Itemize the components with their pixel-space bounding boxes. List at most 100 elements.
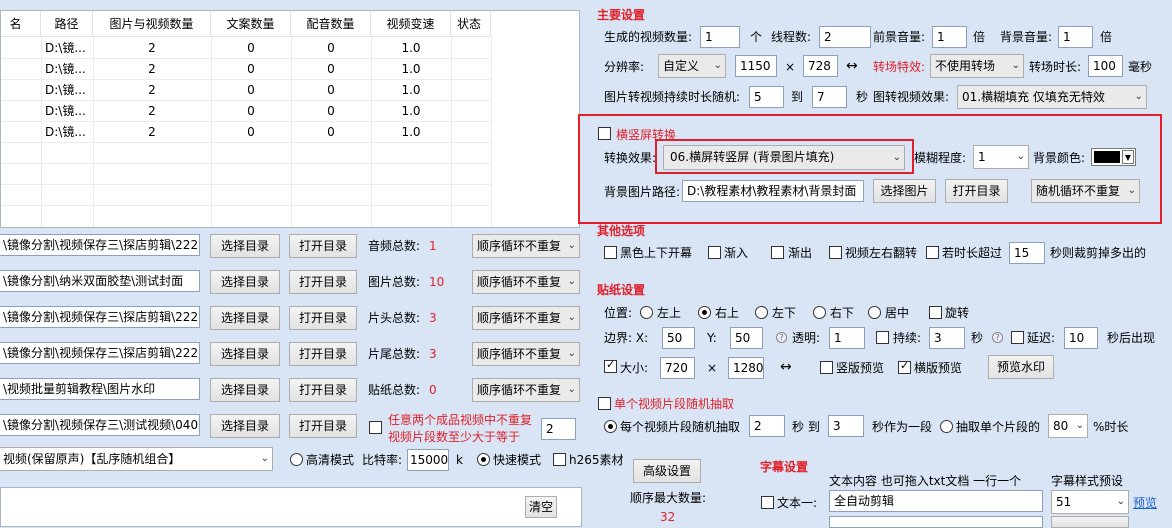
intro-order-select[interactable]: 顺序循环不重复 ⌄ [472,306,580,330]
bitrate-input[interactable]: 15000 [407,449,449,471]
duration-from-input[interactable]: 5 [749,86,784,108]
open-dir-button[interactable]: 打开目录 [289,234,357,258]
open-dir-button[interactable]: 打开目录 [289,414,357,438]
border-x-input[interactable]: 50 [662,327,695,349]
select-dir-button[interactable]: 选择目录 [210,378,280,402]
help-icon[interactable]: ? [776,332,787,343]
open-dir-button[interactable]: 打开目录 [289,306,357,330]
swap-icon[interactable]: ↔ [780,358,792,376]
single-segment-radio[interactable] [940,420,953,433]
alpha-input[interactable]: 1 [829,327,865,349]
sticker-order-select[interactable]: 顺序循环不重复 ⌄ [472,378,580,402]
select-dir-button[interactable]: 选择目录 [210,234,280,258]
size-checkbox[interactable] [604,358,617,373]
transition-select[interactable]: 不使用转场 ⌄ [930,54,1024,78]
pos-bottom-left-radio[interactable] [755,306,768,319]
border-y-input[interactable]: 50 [730,327,763,349]
video-path-input[interactable]: \镜像分割\视频保存三\测试视频\040 [0,414,200,436]
transition-duration-input[interactable]: 100 [1088,55,1123,77]
advanced-settings-button[interactable]: 高级设置 [633,459,701,483]
subtitle-style-select[interactable]: 51 ⌄ [1051,490,1129,514]
blur-select[interactable]: 1 ⌄ [973,145,1029,169]
subtitle-preview-link[interactable]: 预览 [1133,494,1157,512]
clear-button[interactable]: 清空 [525,496,557,518]
open-dir-button[interactable]: 打开目录 [289,378,357,402]
choose-image-button[interactable]: 选择图片 [873,179,936,203]
select-dir-button[interactable]: 选择目录 [210,342,280,366]
audio-path-input[interactable]: \镜像分割\视频保存三\探店剪辑\222 [0,234,200,256]
text2-input[interactable] [829,516,1043,528]
delay-input[interactable]: 10 [1064,327,1098,349]
fade-in-checkbox[interactable] [708,246,721,259]
log-box[interactable] [0,487,582,527]
help-icon[interactable]: ? [992,332,1003,343]
pos-top-right-radio[interactable] [698,306,711,319]
col-voice-count[interactable]: 配音数量 [291,11,371,37]
random-combo-checkbox[interactable] [369,421,382,434]
col-path[interactable]: 路径 [41,11,93,37]
pos-bottom-right-radio[interactable] [813,306,826,319]
fade-out-checkbox[interactable] [771,246,784,259]
open-dir-button[interactable]: 打开目录 [945,179,1008,203]
outro-order-select[interactable]: 顺序循环不重复 ⌄ [472,342,580,366]
outro-path-input[interactable]: \镜像分割\视频保存三\探店剪辑\222 [0,342,200,364]
bg-volume-input[interactable]: 1 [1058,26,1093,48]
image-order-select[interactable]: 顺序循环不重复 ⌄ [472,270,580,294]
preview-watermark-button[interactable]: 预览水印 [988,355,1054,379]
fast-mode-radio[interactable] [477,453,490,466]
mode-combo-select[interactable]: 视频(保留原声)【乱序随机组合】 ⌄ [0,447,273,471]
select-dir-button[interactable]: 选择目录 [210,414,280,438]
select-dir-button[interactable]: 选择目录 [210,306,280,330]
each-segment-radio[interactable] [604,420,617,433]
black-bars-checkbox[interactable] [604,246,617,259]
open-dir-button[interactable]: 打开目录 [289,270,357,294]
threads-input[interactable]: 2 [819,26,871,48]
sticker-path-input[interactable]: \视频批量剪辑教程\图片水印 [0,378,200,400]
sticker-height-input[interactable]: 1280 [728,357,764,379]
fg-volume-input[interactable]: 1 [932,26,967,48]
segment-from-input[interactable]: 2 [749,415,785,437]
col-text-count[interactable]: 文案数量 [211,11,291,37]
swap-icon[interactable]: ↔ [846,57,858,75]
h265-checkbox[interactable] [553,453,566,466]
pos-center-radio[interactable] [868,306,881,319]
bg-color-picker[interactable]: ▼ [1091,148,1136,166]
vertical-preview-checkbox[interactable] [820,361,833,374]
sticker-width-input[interactable]: 720 [660,357,695,379]
col-status[interactable]: 状态 [451,11,491,37]
width-input[interactable]: 1150 [735,55,777,77]
flip-checkbox[interactable] [829,246,842,259]
subtitle-extra-button[interactable] [1051,516,1129,528]
hd-mode-radio[interactable] [290,453,303,466]
segment-to-input[interactable]: 3 [828,415,864,437]
height-input[interactable]: 728 [803,55,838,77]
video-table[interactable]: 名 路径 图片与视频数量 文案数量 配音数量 视频变速 状态 D:\镜... 2… [0,10,580,228]
img-effect-select[interactable]: 01.横糊填充 仅填充无特效 ⌄ [957,85,1147,109]
bg-order-select[interactable]: 随机循环不重复 ⌄ [1031,179,1140,203]
image-path-input[interactable]: \镜像分割\纳米双面胶垫\测试封面 [0,270,200,292]
open-dir-button[interactable]: 打开目录 [289,342,357,366]
persist-checkbox[interactable] [876,331,889,344]
text1-input[interactable]: 全自动剪辑 [829,490,1043,512]
persist-input[interactable]: 3 [929,327,965,349]
col-media-count[interactable]: 图片与视频数量 [93,11,211,37]
gen-count-input[interactable]: 1 [700,26,740,48]
horizontal-preview-checkbox[interactable] [898,359,911,374]
select-dir-button[interactable]: 选择目录 [210,270,280,294]
resolution-select[interactable]: 自定义 ⌄ [658,54,726,78]
audio-order-select[interactable]: 顺序循环不重复 ⌄ [472,234,580,258]
intro-path-input[interactable]: \镜像分割\视频保存三\探店剪辑\222 [0,306,200,328]
col-speed[interactable]: 视频变速 [371,11,451,37]
segment-checkbox[interactable] [598,397,611,410]
text1-checkbox[interactable] [761,496,774,509]
pct-select[interactable]: 80 ⌄ [1048,414,1088,438]
rotate-checkbox[interactable] [929,306,942,319]
over-duration-checkbox[interactable] [926,246,939,259]
convert-effect-select[interactable]: 06.横屏转竖屏 (背景图片填充) ⌄ [663,145,905,170]
col-name[interactable]: 名 [1,11,41,37]
bg-image-path-input[interactable]: D:\教程素材\教程素材\背景封面 [682,180,864,202]
orientation-checkbox[interactable] [598,127,611,140]
random-combo-input[interactable]: 2 [541,418,576,440]
over-duration-input[interactable]: 15 [1009,242,1045,264]
duration-to-input[interactable]: 7 [812,86,847,108]
